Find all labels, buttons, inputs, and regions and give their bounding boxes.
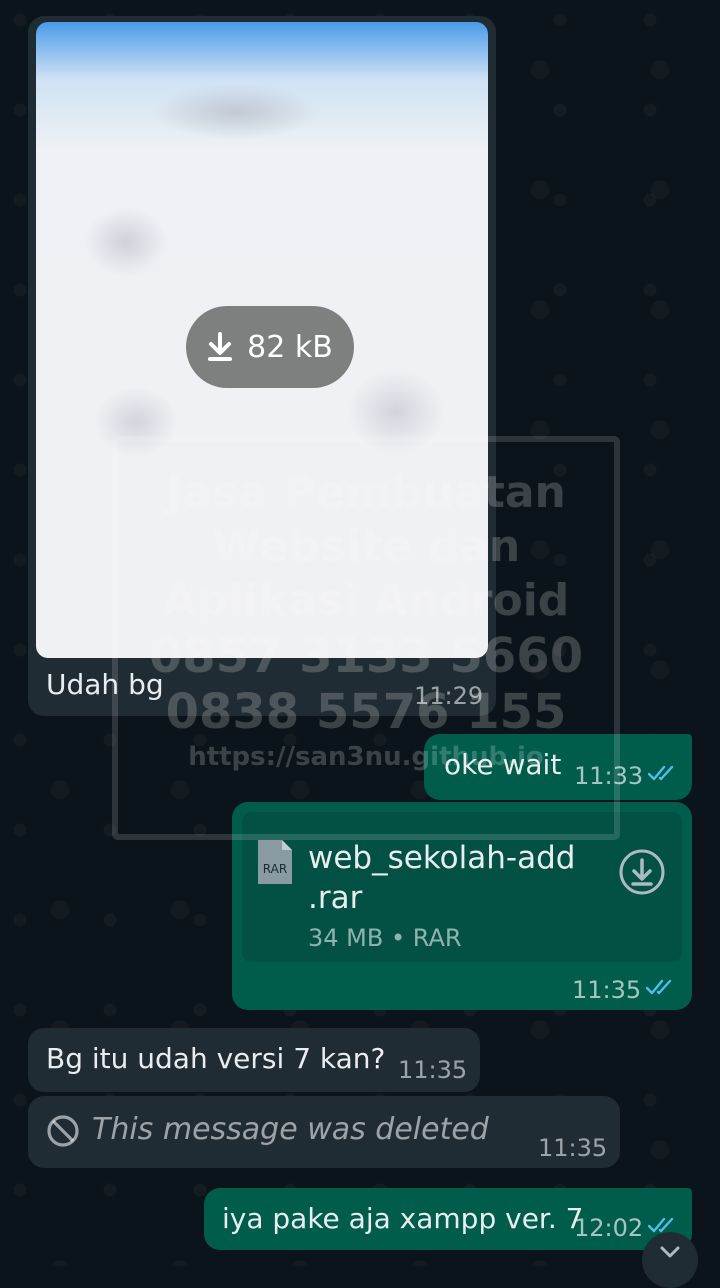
message-time: 11:35 [538, 1134, 608, 1162]
file-type-badge: RAR [263, 862, 287, 876]
message-time: 12:02 [574, 1214, 644, 1242]
file-meta: 34 MB • RAR [308, 924, 462, 952]
message-text: This message was deleted [92, 1112, 489, 1147]
image-caption: Udah bg [46, 668, 164, 701]
image-download-button[interactable]: 82 kB [186, 306, 354, 388]
outgoing-message[interactable]: iya pake aja xampp ver. 7 12:02 [204, 1188, 692, 1250]
image-message[interactable]: 82 kB Udah bg 11:29 [28, 16, 496, 716]
message-text: oke wait [444, 748, 562, 781]
outgoing-message[interactable]: oke wait 11:33 [424, 734, 692, 800]
incoming-message[interactable]: Bg itu udah versi 7 kan? 11:35 [28, 1028, 480, 1092]
file-name: web_sekolah-add .rar [308, 840, 576, 916]
double-check-icon [648, 765, 674, 781]
file-message[interactable]: RAR web_sekolah-add .rar 34 MB • RAR 11:… [232, 802, 692, 1010]
message-text: iya pake aja xampp ver. 7 [222, 1202, 584, 1235]
chevron-down-icon [660, 1246, 680, 1258]
message-time: 11:33 [574, 762, 644, 790]
message-time: 11:29 [414, 682, 484, 710]
image-preview[interactable]: 82 kB [36, 22, 488, 658]
download-circle-icon[interactable] [618, 848, 666, 896]
deleted-message[interactable]: This message was deleted 11:35 [28, 1096, 620, 1168]
file-rar-icon: RAR [258, 840, 292, 884]
message-text: Bg itu udah versi 7 kan? [46, 1042, 386, 1075]
message-time: 11:35 [572, 976, 642, 1004]
message-time: 11:35 [398, 1056, 468, 1084]
blocked-icon [47, 1115, 79, 1147]
file-attachment[interactable]: RAR web_sekolah-add .rar 34 MB • RAR [242, 812, 682, 962]
download-icon [208, 332, 233, 361]
double-check-icon [646, 979, 672, 995]
scroll-down-button[interactable] [642, 1232, 698, 1288]
download-size: 82 kB [247, 329, 333, 365]
